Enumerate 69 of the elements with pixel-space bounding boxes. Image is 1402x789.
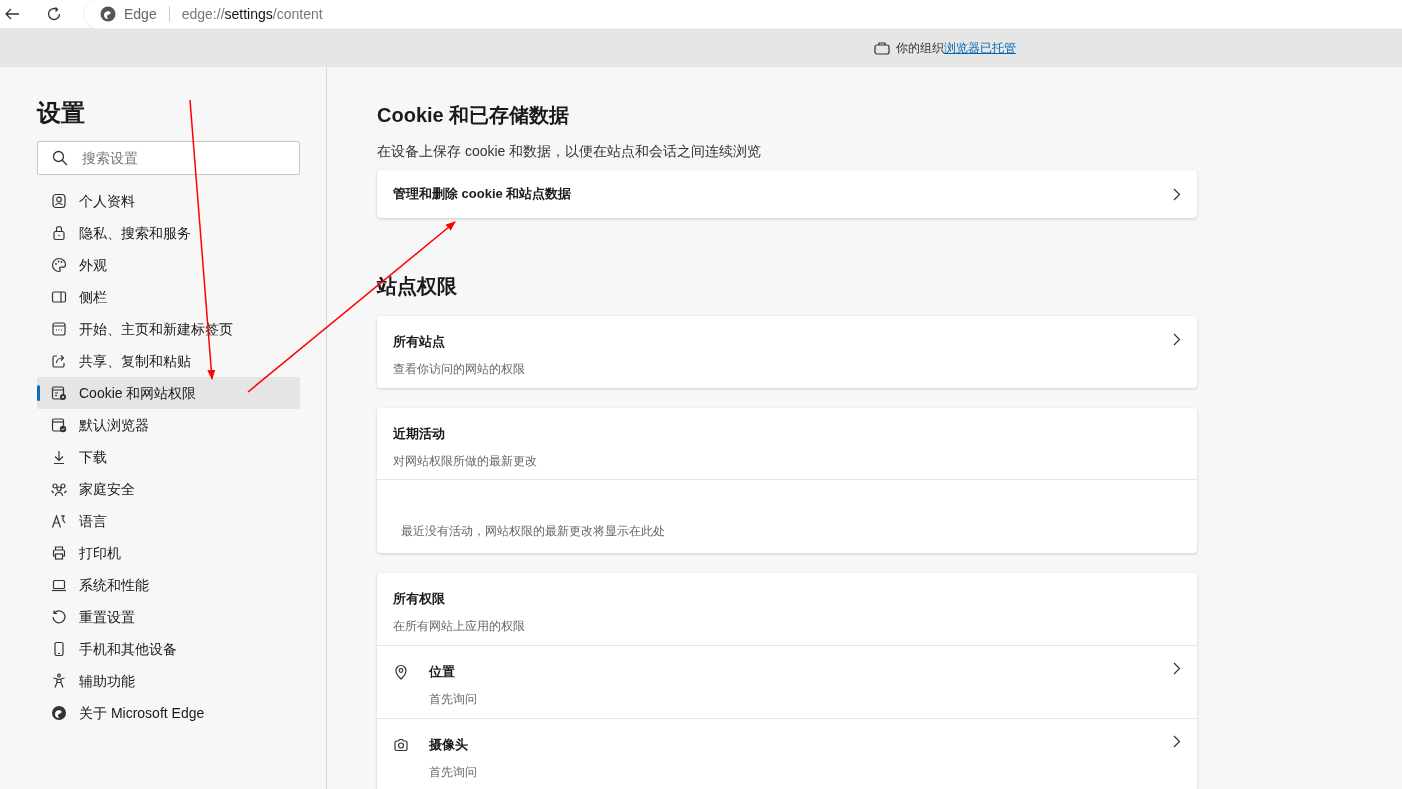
sidebar-item[interactable]: 隐私、搜索和服务 — [37, 217, 300, 249]
browser-check-icon — [51, 417, 67, 433]
camera-icon — [393, 737, 409, 753]
new-tab-icon — [51, 321, 67, 337]
section-heading: 站点权限 — [377, 274, 458, 299]
cookie-settings-icon — [51, 385, 67, 401]
card-description: 在所有网站上应用的权限 — [393, 617, 526, 635]
sidebar-item[interactable]: 侧栏 — [37, 281, 300, 313]
managed-notice: 你的组织浏览器已托管 — [896, 39, 1016, 57]
chevron-icon — [1173, 187, 1181, 201]
sidebar-item[interactable]: 共享、复制和粘贴 — [37, 345, 300, 377]
briefcase-icon — [874, 40, 890, 55]
sidebar-item[interactable]: 系统和性能 — [37, 569, 300, 601]
sidebar-item[interactable]: 打印机 — [37, 537, 300, 569]
row-title: 所有站点 — [393, 333, 446, 351]
row-title: 摄像头 — [429, 736, 469, 754]
back-icon[interactable] — [4, 6, 20, 22]
card-title: 近期活动 — [393, 425, 446, 443]
family-icon — [51, 481, 67, 497]
phone-icon — [51, 641, 67, 657]
chevron-icon — [1173, 735, 1181, 748]
row-status: 首先询问 — [429, 690, 478, 708]
empty-message: 最近没有活动，网站权限的最新更改将显示在此处 — [401, 523, 666, 540]
sidebar-item[interactable]: 辅助功能 — [37, 665, 300, 697]
printer-icon — [51, 545, 67, 561]
sidebar-item[interactable]: 下载 — [37, 441, 300, 473]
url-text[interactable]: edge://settings/content — [181, 3, 323, 25]
section-heading: Cookie 和已存储数据 — [377, 103, 571, 128]
all-sites-row[interactable]: 所有站点 查看你访问的网站的权限 — [377, 316, 1197, 388]
location-pin-icon — [393, 664, 409, 680]
sidebar-item[interactable]: Cookie 和网站权限 — [37, 377, 300, 409]
laptop-icon — [51, 577, 67, 593]
sidebar-icon — [51, 289, 67, 305]
sidebar-item[interactable]: 语言 — [37, 505, 300, 537]
sidebar-item[interactable]: 重置设置 — [37, 601, 300, 633]
sidebar-title: 设置 — [37, 98, 86, 128]
accessibility-icon — [51, 673, 67, 689]
sidebar-item[interactable]: 外观 — [37, 249, 300, 281]
language-icon — [51, 513, 67, 529]
reset-icon — [51, 609, 67, 625]
palette-icon — [51, 257, 67, 273]
search-field[interactable]: 搜索设置 — [37, 141, 300, 175]
chevron-icon — [1173, 333, 1181, 346]
edge-logo-icon — [100, 6, 116, 22]
refresh-icon[interactable] — [46, 6, 62, 22]
card-description: 对网站权限所做的最新更改 — [393, 452, 538, 470]
share-icon — [51, 353, 67, 369]
sidebar-item[interactable]: 家庭安全 — [37, 473, 300, 505]
lock-icon — [51, 225, 67, 241]
search-icon — [52, 150, 68, 166]
sidebar-item[interactable]: 关于 Microsoft Edge — [37, 697, 300, 729]
row-label: 管理和删除 cookie 和站点数据 — [393, 185, 573, 204]
profile-icon — [51, 193, 67, 209]
download-icon — [51, 449, 67, 465]
edge-logo-icon — [51, 705, 67, 721]
manage-cookies-row[interactable]: 管理和删除 cookie 和站点数据 — [377, 170, 1197, 218]
section-description: 在设备上保存 cookie 和数据，以便在站点和会话之间连续浏览 — [377, 142, 763, 161]
row-description: 查看你访问的网站的权限 — [393, 360, 526, 378]
site-label: Edge — [124, 4, 157, 24]
sidebar-item[interactable]: 默认浏览器 — [37, 409, 300, 441]
row-status: 首先询问 — [429, 763, 478, 781]
permission-row[interactable]: 位置 首先询问 — [377, 646, 1197, 719]
row-title: 位置 — [429, 663, 456, 681]
sidebar-item[interactable]: 手机和其他设备 — [37, 633, 300, 665]
sidebar-item[interactable]: 个人资料 — [37, 185, 300, 217]
managed-link[interactable]: 浏览器已托管 — [944, 40, 1016, 55]
chevron-icon — [1173, 662, 1181, 675]
permission-row[interactable]: 摄像头 首先询问 — [377, 719, 1197, 789]
card-title: 所有权限 — [393, 590, 446, 608]
